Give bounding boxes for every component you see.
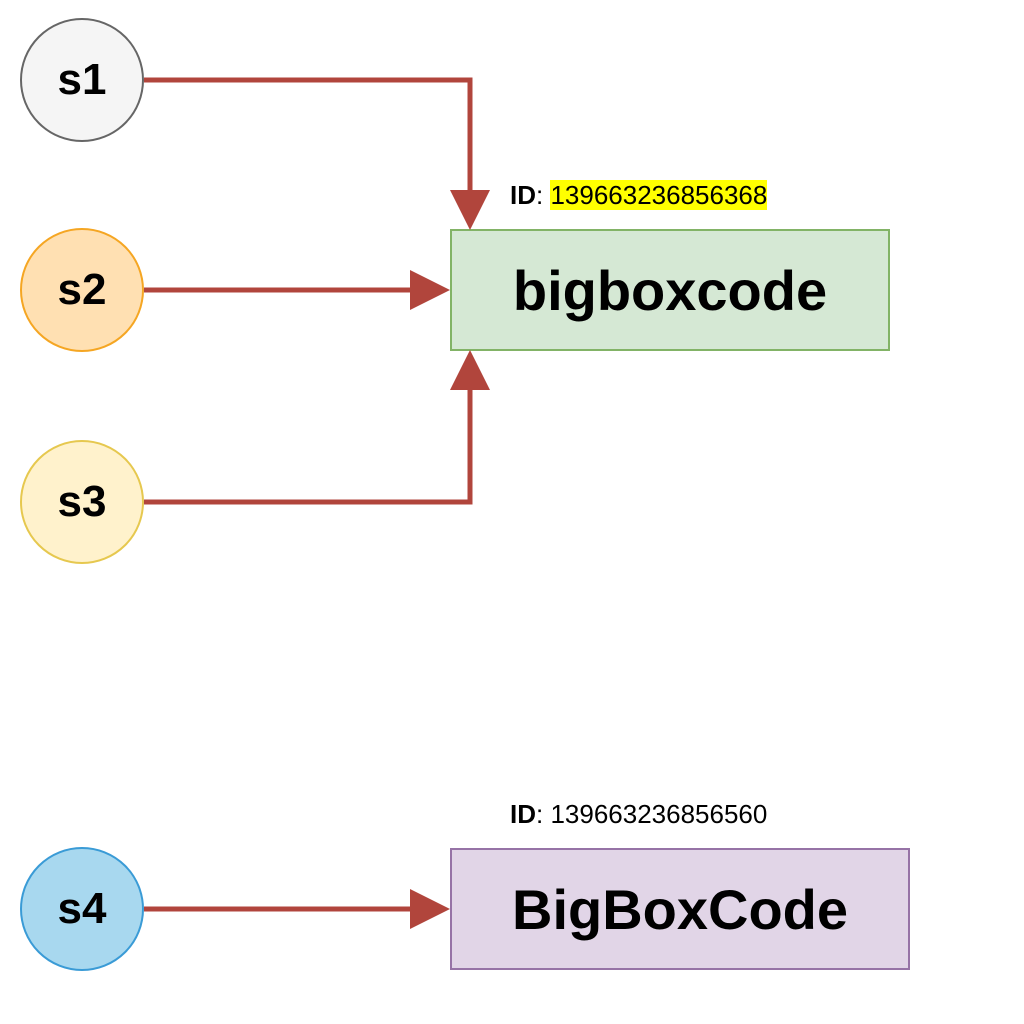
node-s1-label: s1 <box>58 55 107 105</box>
id-label-1: ID: 139663236856368 <box>510 180 767 211</box>
node-s3-label: s3 <box>58 477 107 527</box>
node-s2: s2 <box>20 228 144 352</box>
node-s4-label: s4 <box>58 884 107 934</box>
target-box-1-label: bigboxcode <box>513 258 827 323</box>
target-box-1: bigboxcode <box>450 229 890 351</box>
diagram-stage: s1 s2 s3 s4 bigboxcode BigBoxCode ID: 13… <box>0 0 1024 1024</box>
node-s2-label: s2 <box>58 265 107 315</box>
node-s1: s1 <box>20 18 144 142</box>
target-box-2: BigBoxCode <box>450 848 910 970</box>
node-s4: s4 <box>20 847 144 971</box>
id-key-2: ID <box>510 799 536 829</box>
arrow-s1-to-box1 <box>144 80 470 220</box>
id-label-2: ID: 139663236856560 <box>510 799 767 830</box>
id-key-1: ID <box>510 180 536 210</box>
id-value-2: 139663236856560 <box>550 799 767 829</box>
target-box-2-label: BigBoxCode <box>512 877 848 942</box>
node-s3: s3 <box>20 440 144 564</box>
arrow-s3-to-box1 <box>144 360 470 502</box>
id-value-1: 139663236856368 <box>550 180 767 210</box>
